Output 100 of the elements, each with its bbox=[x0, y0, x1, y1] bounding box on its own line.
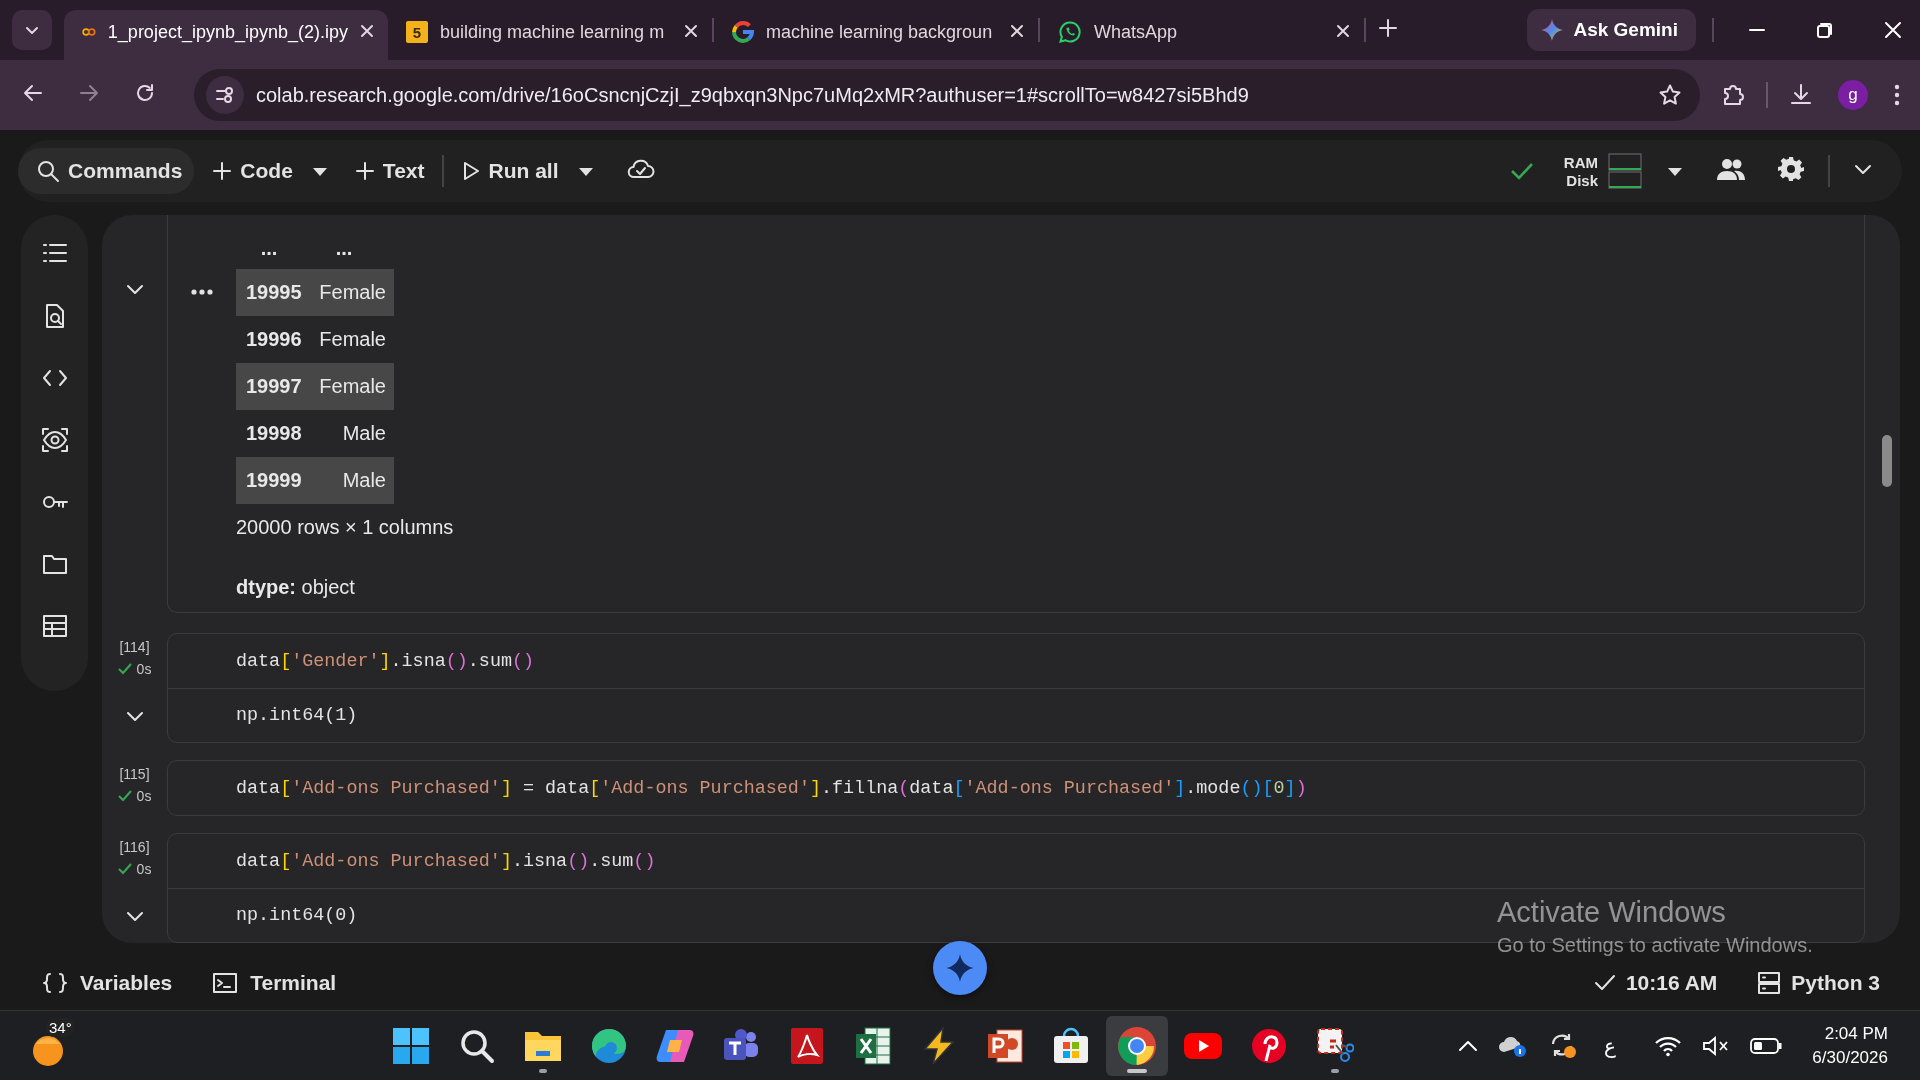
eye-icon[interactable] bbox=[40, 426, 69, 454]
battery-icon[interactable] bbox=[1750, 1036, 1783, 1055]
dropdown-caret-icon[interactable] bbox=[578, 168, 593, 176]
settings-icon[interactable] bbox=[1778, 156, 1804, 182]
url-text: colab.research.google.com/drive/16oCsncnjCzjI_z9qbxqn3Npc7uMq2xMR?authuser=1#scrollTo=w8427si5Bhd9 bbox=[256, 83, 1250, 107]
dropdown-caret-icon[interactable] bbox=[1668, 168, 1682, 176]
bookmark-star-icon[interactable] bbox=[1658, 83, 1682, 107]
copilot-swirl-icon[interactable] bbox=[656, 1027, 694, 1064]
run-time: 0s bbox=[117, 661, 152, 677]
search-icon[interactable] bbox=[459, 1027, 495, 1064]
temperature-text: 34° bbox=[46, 1017, 75, 1037]
wifi-icon[interactable] bbox=[1654, 1034, 1683, 1057]
table-cell-text: Male bbox=[341, 422, 387, 445]
table-icon[interactable] bbox=[40, 612, 69, 640]
clock-date: 6/30/2026 bbox=[1812, 1046, 1888, 1069]
collapse-chevron-icon[interactable] bbox=[125, 284, 144, 296]
table-cell-text: ... bbox=[259, 236, 279, 260]
run-all-button[interactable]: Run all bbox=[452, 148, 569, 194]
people-icon[interactable] bbox=[1716, 158, 1746, 180]
resources-indicator[interactable]: RAM Disk bbox=[1563, 153, 1642, 189]
ask-gemini-button[interactable]: Ask Gemini bbox=[1527, 9, 1696, 51]
cloud-check-icon[interactable] bbox=[626, 157, 655, 181]
execution-count: [115] bbox=[119, 766, 150, 782]
variables-button[interactable]: Variables bbox=[42, 970, 173, 995]
presentation-icon[interactable] bbox=[987, 1026, 1023, 1065]
search-icon bbox=[36, 159, 60, 183]
table-cell-text: 19997 bbox=[245, 375, 302, 398]
spreadsheet-icon[interactable] bbox=[855, 1026, 891, 1065]
store-bag-icon[interactable] bbox=[1052, 1026, 1090, 1065]
pdf-document-icon[interactable] bbox=[790, 1026, 824, 1065]
clock-time: 2:04 PM bbox=[1824, 1022, 1888, 1045]
browser-tab[interactable]: WhatsApp bbox=[1040, 10, 1364, 60]
code-line: data['Add-ons Purchased'] = data['Add-ons Purchased'].fillna(data['Add-ons Purchased'].mode()[0]) bbox=[236, 777, 1307, 799]
table-shape-text: 20000 rows × 1 columns bbox=[236, 515, 455, 540]
profile-avatar[interactable]: g bbox=[1838, 80, 1868, 110]
windows-logo-icon[interactable] bbox=[392, 1026, 430, 1065]
speaker-muted-icon[interactable] bbox=[1702, 1034, 1731, 1057]
input-language[interactable]: ع bbox=[1604, 1033, 1617, 1058]
add-code-button[interactable]: Code bbox=[202, 148, 303, 194]
sun-icon bbox=[31, 1033, 65, 1068]
chevron-down-icon[interactable] bbox=[1854, 164, 1872, 176]
close-icon[interactable] bbox=[1010, 23, 1024, 38]
lightning-icon[interactable] bbox=[921, 1026, 957, 1065]
new-tab-icon[interactable] bbox=[1378, 18, 1398, 38]
activation-title: Activate Windows bbox=[1497, 895, 1727, 930]
browser-swirl-icon[interactable] bbox=[590, 1026, 628, 1065]
more-menu-icon[interactable] bbox=[1894, 84, 1900, 106]
site-settings-icon[interactable] bbox=[214, 84, 236, 106]
browser-tab[interactable]: 5 building machine learning m bbox=[388, 10, 712, 60]
table-cell-text: ... bbox=[334, 236, 354, 260]
more-options-icon[interactable] bbox=[191, 289, 213, 295]
connected-check-icon bbox=[1509, 161, 1534, 181]
dropdown-caret-icon[interactable] bbox=[312, 168, 327, 176]
runtime-status[interactable]: Python 3 bbox=[1757, 970, 1880, 995]
close-icon[interactable] bbox=[360, 23, 374, 38]
code-cell[interactable]: data['Gender'].isna().sum() np.int64(1) bbox=[167, 633, 1865, 743]
check-icon bbox=[117, 663, 132, 675]
add-text-button[interactable]: Text bbox=[344, 148, 435, 194]
disk-label: Disk bbox=[1565, 171, 1598, 189]
server-icon bbox=[1757, 970, 1782, 995]
table-cell-text: 19995 bbox=[245, 281, 302, 304]
chevron-up-icon[interactable] bbox=[1458, 1039, 1479, 1052]
reload-icon[interactable] bbox=[134, 82, 156, 104]
close-icon[interactable] bbox=[1336, 23, 1350, 38]
last-run-status[interactable]: 10:16 AM bbox=[1593, 970, 1718, 995]
address-bar[interactable]: colab.research.google.com/drive/16oCsncnjCzjI_z9qbxqn3Npc7uMq2xMR?authuser=1#scrollTo=w8427si5Bhd9 bbox=[194, 69, 1700, 121]
scrollbar-thumb[interactable] bbox=[1882, 435, 1892, 487]
run-time: 0s bbox=[117, 861, 152, 877]
weather-widget[interactable]: 34° bbox=[28, 1015, 98, 1076]
sparkle-icon bbox=[946, 954, 974, 982]
check-icon bbox=[117, 790, 132, 802]
code-line: data['Add-ons Purchased'].isna().sum() bbox=[236, 850, 656, 872]
google-logo-icon bbox=[732, 21, 754, 43]
terminal-icon bbox=[212, 971, 239, 994]
system-clock[interactable]: 2:04 PM 6/30/2026 bbox=[1812, 1021, 1888, 1070]
back-icon[interactable] bbox=[22, 82, 44, 104]
close-icon[interactable] bbox=[684, 23, 698, 38]
browser-tab[interactable]: 1_project_ipynb_ipynb_(2).ipy bbox=[64, 10, 388, 60]
chrome-logo-icon[interactable] bbox=[1117, 1025, 1157, 1066]
run-time: 0s bbox=[117, 788, 152, 804]
running-indicator bbox=[1127, 1068, 1147, 1073]
restore-icon[interactable] bbox=[1816, 21, 1834, 39]
table-cell-text: Male bbox=[341, 469, 387, 492]
commands-button[interactable]: Commands bbox=[18, 148, 195, 194]
table-cell-text: 19999 bbox=[245, 469, 302, 492]
running-indicator bbox=[1331, 1068, 1339, 1073]
tab-search-button[interactable] bbox=[12, 10, 52, 50]
table-cell-text: 19998 bbox=[245, 422, 302, 445]
snipping-scissors-icon[interactable] bbox=[1316, 1026, 1354, 1065]
code-cell[interactable]: data['Add-ons Purchased'] = data['Add-ons Purchased'].fillna(data['Add-ons Purchased'].mode()[0]) bbox=[167, 760, 1865, 816]
forward-icon[interactable] bbox=[78, 82, 100, 104]
collapse-chevron-icon[interactable] bbox=[125, 910, 144, 923]
resource-meter-icon bbox=[1608, 153, 1642, 171]
table-cell-text: 19996 bbox=[245, 328, 302, 351]
running-indicator bbox=[539, 1068, 547, 1073]
pin-logo-icon[interactable] bbox=[1251, 1027, 1287, 1064]
browser-tab[interactable]: machine learning backgroun bbox=[714, 10, 1038, 60]
video-play-icon[interactable] bbox=[1183, 1030, 1223, 1061]
collapse-chevron-icon[interactable] bbox=[125, 710, 144, 723]
terminal-button[interactable]: Terminal bbox=[212, 970, 337, 995]
